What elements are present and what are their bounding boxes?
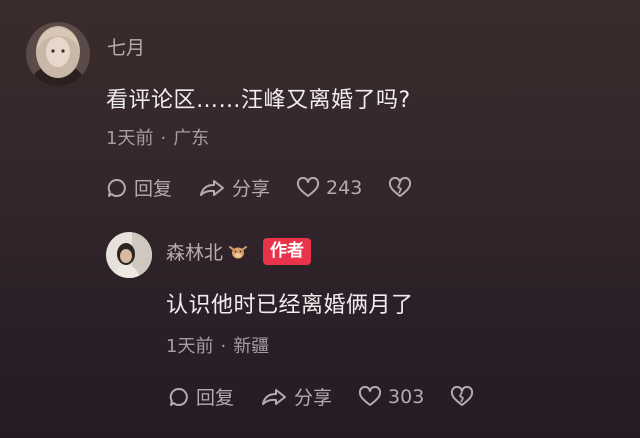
reply-label: 回复	[196, 387, 235, 409]
broken-heart-icon	[451, 385, 474, 406]
share-icon	[200, 179, 225, 196]
reply-avatar[interactable]	[106, 232, 152, 278]
cow-badge-icon	[229, 245, 248, 258]
comment-text: 看评论区……汪峰又离婚了吗?	[106, 88, 411, 113]
like-count: 303	[388, 385, 425, 408]
heart-icon	[296, 176, 320, 197]
like-button[interactable]: 243	[296, 176, 363, 199]
share-icon	[262, 388, 287, 405]
reply-text: 认识他时已经离婚俩月了	[166, 293, 414, 318]
reply-label: 回复	[134, 178, 173, 200]
share-label: 分享	[294, 387, 333, 409]
comment-username[interactable]: 七月	[107, 33, 145, 60]
dislike-button[interactable]	[388, 176, 418, 199]
broken-heart-icon	[389, 176, 412, 197]
reply-actions: 回复 分享 303	[168, 383, 506, 410]
heart-icon	[358, 385, 382, 406]
reply-location: 新疆	[233, 336, 270, 357]
reply-icon	[169, 387, 188, 406]
reply-share-button[interactable]: 分享	[260, 383, 332, 410]
comment-meta: 1天前 · 广东	[106, 124, 209, 150]
separator: ·	[220, 336, 227, 357]
reply-meta: 1天前 · 新疆	[166, 332, 269, 358]
comment-location: 广东	[173, 128, 210, 149]
reply-time: 1天前	[166, 336, 214, 357]
share-label: 分享	[232, 178, 271, 200]
reply-button[interactable]: 回复	[106, 174, 172, 201]
reply-reply-button[interactable]: 回复	[168, 383, 234, 410]
comment-time: 1天前	[106, 128, 154, 149]
reply-dislike-button[interactable]	[450, 385, 480, 408]
comment-actions: 回复 分享 243	[106, 174, 444, 201]
like-count: 243	[326, 176, 363, 199]
separator: ·	[160, 128, 167, 149]
reply-icon	[107, 178, 126, 197]
reply-like-button[interactable]: 303	[358, 385, 425, 408]
author-badge: 作者	[263, 238, 312, 265]
reply-header: 森林北 作者	[166, 238, 312, 265]
share-button[interactable]: 分享	[198, 174, 270, 201]
reply-username[interactable]: 森林北	[166, 238, 223, 265]
avatar[interactable]	[26, 22, 90, 86]
